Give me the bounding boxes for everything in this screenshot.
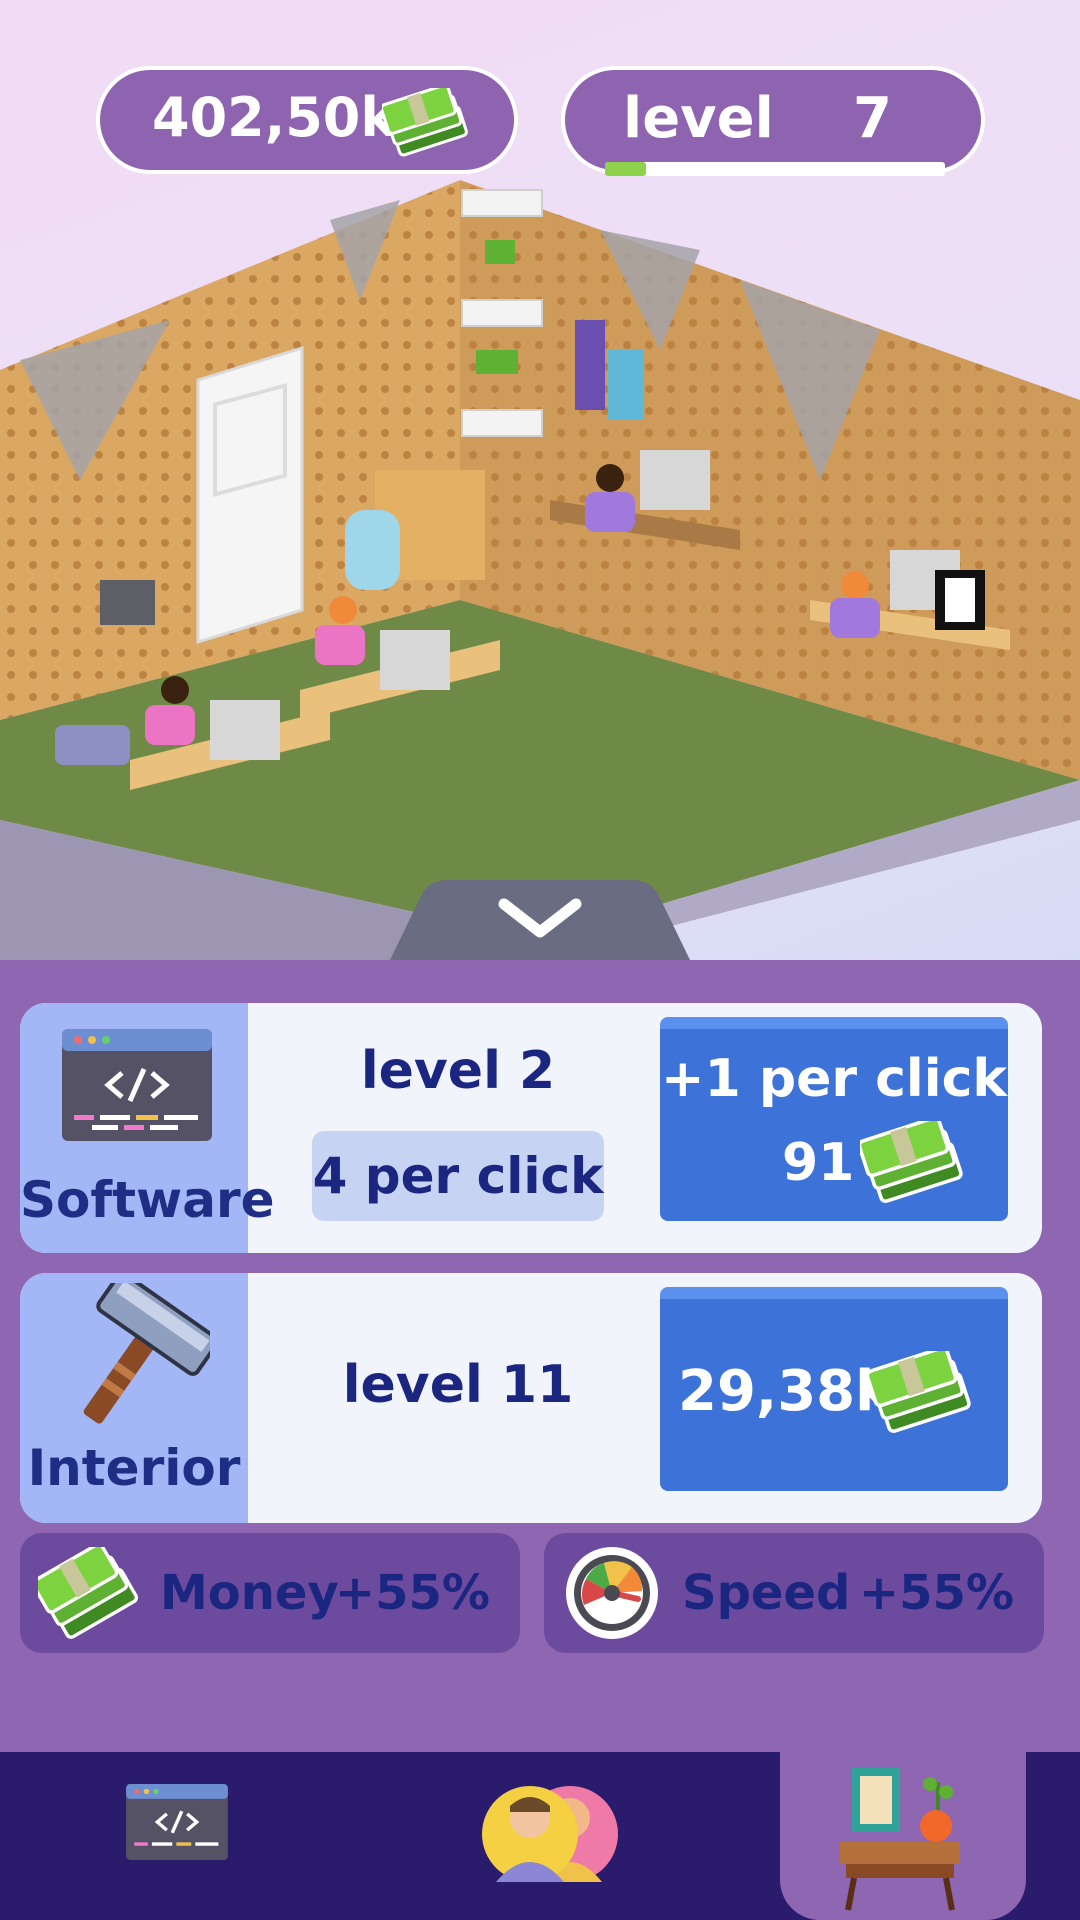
hammer-icon [83,1283,210,1424]
team-avatars-icon [482,1786,618,1882]
money-boost-chip[interactable]: Money +55% [20,1533,520,1653]
money-counter: 402,50k [96,66,518,174]
upgrade-card-interior: Interior level 11 29,38k [20,1273,1042,1523]
speed-boost-chip[interactable]: Speed +55% [544,1533,1044,1653]
interior-upgrade-price: 29,38k [678,1359,893,1424]
level-label: level [623,86,774,151]
money-boost-value: +55% [334,1565,490,1621]
code-window-icon [126,1784,228,1860]
speed-boost-label: Speed [682,1565,851,1621]
interior-level: level 11 [342,1355,574,1415]
interior-icon-column: Interior [20,1273,248,1523]
code-window-icon [62,1029,212,1141]
upgrade-card-software: Software level 2 4 per click +1 per clic… [20,1003,1042,1253]
software-upgrade-gain: +1 per click [661,1049,1007,1109]
money-value: 402,50k [152,86,397,149]
software-rate-badge: 4 per click [312,1131,604,1221]
cash-stack-icon [379,83,474,162]
interior-upgrade-button[interactable]: 29,38k [660,1287,1008,1491]
speedometer-icon [566,1547,658,1639]
software-upgrade-price: 91 [782,1133,855,1193]
cash-stack-icon [857,1116,970,1209]
level-number: 7 [853,86,892,151]
cash-stack-icon [865,1346,978,1439]
cash-stack-icon [31,1542,142,1643]
software-level: level 2 [360,1041,556,1101]
money-boost-label: Money [160,1565,339,1621]
interior-title: Interior [27,1439,241,1497]
office-room [0,180,1080,960]
bottom-navigation [0,1752,1080,1920]
nav-tab-interior[interactable] [800,1752,1006,1920]
level-progress-fill [605,162,646,176]
software-icon-column: Software [20,1003,275,1253]
office-scene[interactable]: 402,50k level 7 [0,0,1080,960]
furniture-icon [840,1768,960,1911]
nav-tab-team[interactable] [470,1752,630,1920]
collapse-scene-button[interactable] [362,880,718,960]
nav-tab-software[interactable] [110,1752,250,1920]
level-progress-bar [605,162,945,176]
software-title: Software [20,1171,275,1229]
speed-boost-value: +55% [858,1565,1014,1621]
level-indicator: level 7 [561,66,985,176]
software-upgrade-button[interactable]: +1 per click 91 [660,1017,1008,1221]
